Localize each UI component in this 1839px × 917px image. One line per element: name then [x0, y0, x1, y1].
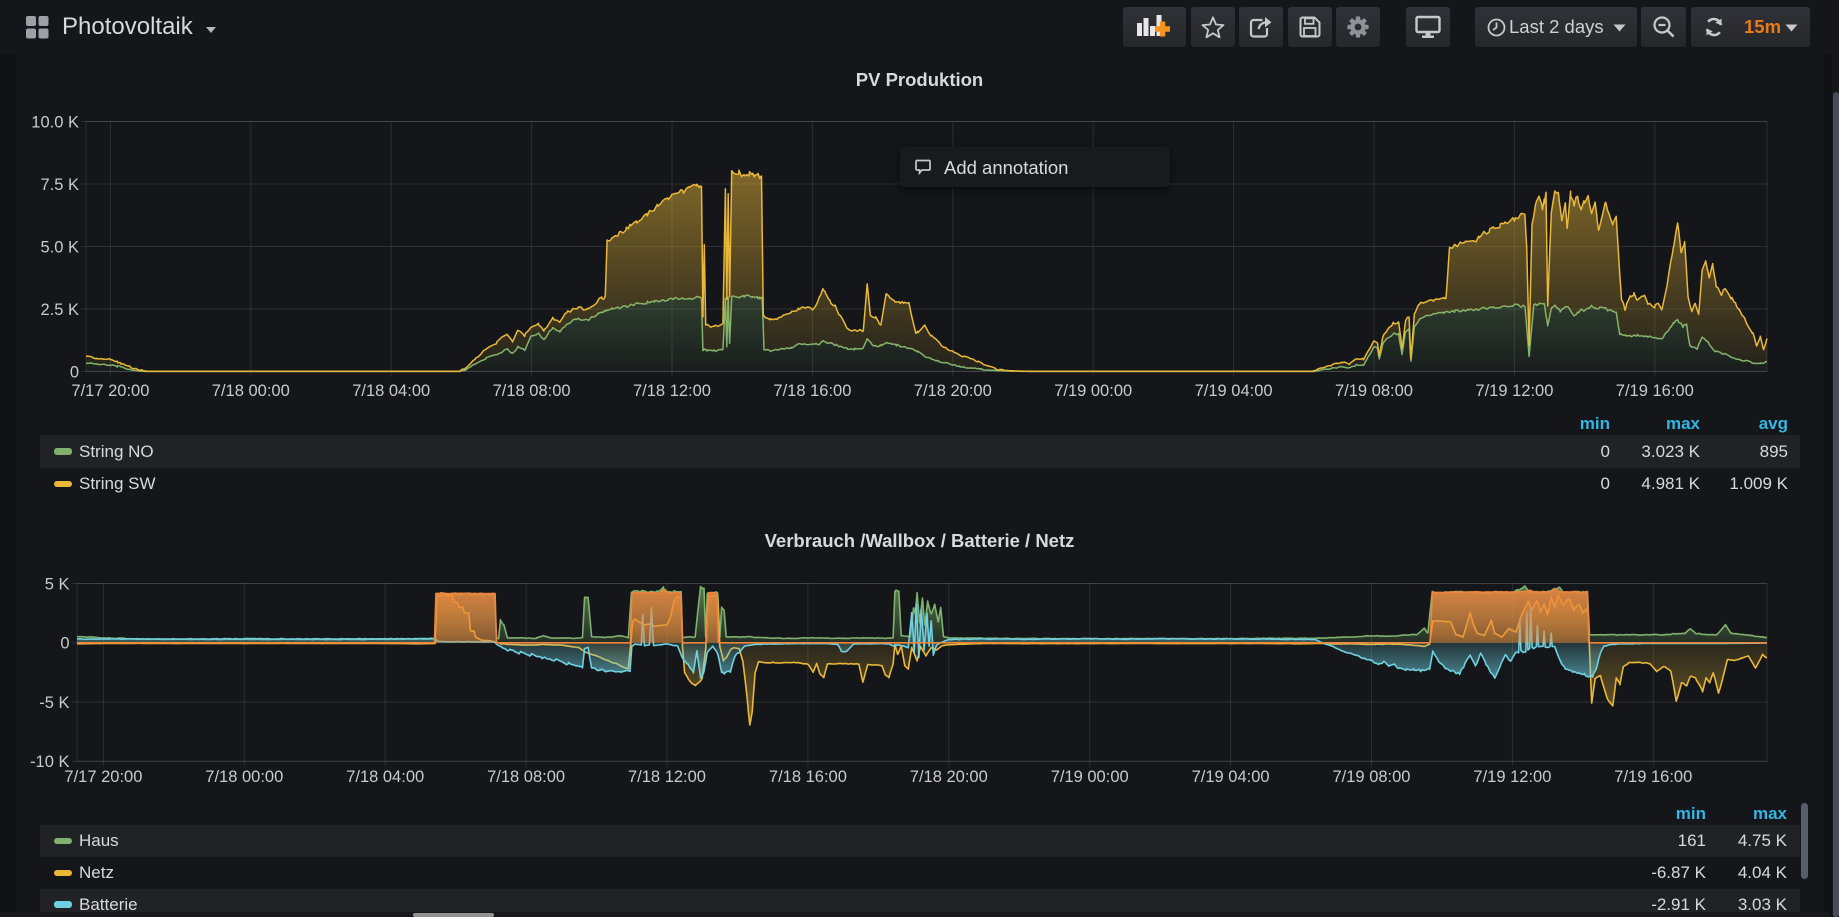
svg-text:7/19 00:00: 7/19 00:00 — [1054, 382, 1132, 400]
svg-text:7/18 00:00: 7/18 00:00 — [212, 382, 290, 400]
svg-text:7/17 20:00: 7/17 20:00 — [64, 768, 142, 786]
svg-text:7/19 16:00: 7/19 16:00 — [1616, 382, 1694, 400]
svg-text:5.0 K: 5.0 K — [40, 238, 79, 256]
svg-text:0: 0 — [70, 363, 79, 381]
svg-text:7/19 04:00: 7/19 04:00 — [1195, 382, 1273, 400]
svg-text:7/19 08:00: 7/19 08:00 — [1335, 382, 1413, 400]
svg-text:7/18 12:00: 7/18 12:00 — [628, 768, 706, 786]
svg-text:7/18 00:00: 7/18 00:00 — [205, 768, 283, 786]
svg-text:7/19 08:00: 7/19 08:00 — [1333, 768, 1411, 786]
svg-text:7/19 00:00: 7/19 00:00 — [1051, 768, 1129, 786]
svg-text:7/18 16:00: 7/18 16:00 — [769, 768, 847, 786]
svg-text:0: 0 — [60, 635, 69, 653]
svg-text:7/19 16:00: 7/19 16:00 — [1614, 768, 1692, 786]
svg-text:7/18 08:00: 7/18 08:00 — [493, 382, 571, 400]
svg-text:10.0 K: 10.0 K — [31, 113, 79, 131]
svg-text:7/18 20:00: 7/18 20:00 — [914, 382, 992, 400]
svg-text:7/19 04:00: 7/19 04:00 — [1192, 768, 1270, 786]
svg-text:-5 K: -5 K — [39, 694, 69, 712]
svg-text:7/19 12:00: 7/19 12:00 — [1473, 768, 1551, 786]
svg-text:5 K: 5 K — [45, 575, 70, 593]
svg-text:7/18 04:00: 7/18 04:00 — [346, 768, 424, 786]
svg-text:7/18 04:00: 7/18 04:00 — [352, 382, 430, 400]
svg-text:2.5 K: 2.5 K — [40, 301, 79, 319]
svg-text:7/18 08:00: 7/18 08:00 — [487, 768, 565, 786]
svg-text:7.5 K: 7.5 K — [40, 176, 79, 194]
svg-text:7/18 20:00: 7/18 20:00 — [910, 768, 988, 786]
svg-text:7/19 12:00: 7/19 12:00 — [1475, 382, 1553, 400]
svg-text:7/18 12:00: 7/18 12:00 — [633, 382, 711, 400]
svg-text:7/18 16:00: 7/18 16:00 — [773, 382, 851, 400]
svg-text:7/17 20:00: 7/17 20:00 — [71, 382, 149, 400]
